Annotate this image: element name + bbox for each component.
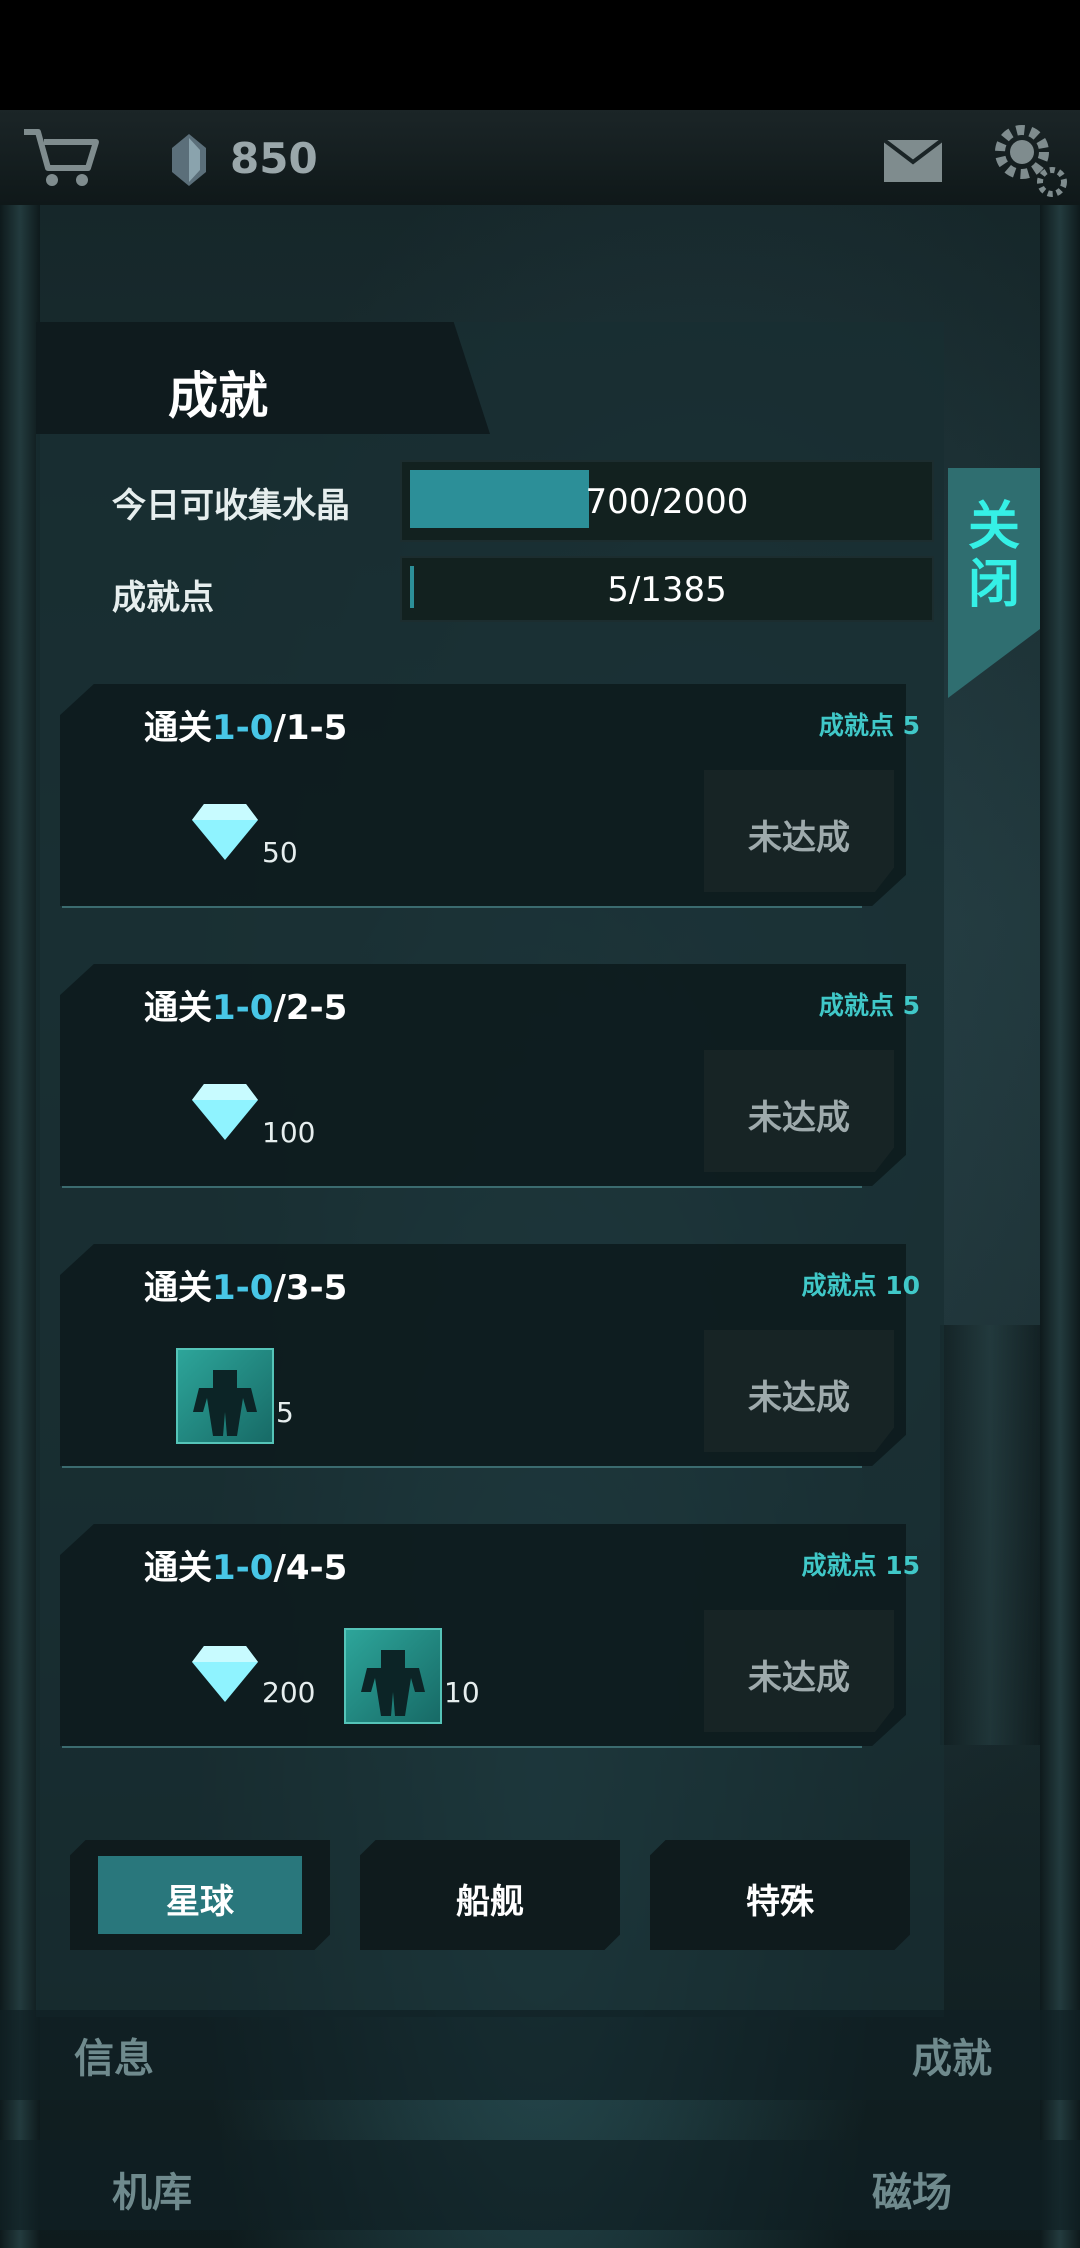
tab-ship[interactable]: 船舰 xyxy=(360,1840,620,1950)
cart-icon[interactable] xyxy=(22,126,100,190)
nav-magnetic[interactable]: 磁场 xyxy=(872,2160,952,2218)
achievement-points: 成就点 5 xyxy=(818,711,920,740)
achievement-points-value: 5/1385 xyxy=(607,570,727,610)
daily-crystal-label: 今日可收集水晶 xyxy=(112,486,350,526)
reward-amount: 200 xyxy=(262,1676,316,1709)
crystal-reward-icon xyxy=(192,804,258,860)
achievement-points: 成就点 5 xyxy=(818,991,920,1020)
daily-crystal-value: 700/2000 xyxy=(585,482,749,522)
achievement-points-label: 成就点 xyxy=(112,578,214,618)
reward-amount: 10 xyxy=(444,1676,480,1709)
achievement-title: 通关1-0/1-5 xyxy=(144,708,348,748)
crystal-count: 850 xyxy=(230,134,318,183)
achievement-title: 通关1-0/2-5 xyxy=(144,988,348,1028)
nav-hangar[interactable]: 机库 xyxy=(112,2160,192,2218)
tab-planet[interactable]: 星球 xyxy=(70,1840,330,1950)
achievement-title: 通关1-0/4-5 xyxy=(144,1548,348,1588)
claim-status-button[interactable]: 未达成 xyxy=(704,770,894,892)
card-divider xyxy=(62,1746,862,1748)
mail-icon[interactable] xyxy=(884,140,942,182)
card-divider xyxy=(62,906,862,908)
crystal-reward-icon xyxy=(192,1646,258,1702)
card-divider xyxy=(62,1466,862,1468)
card-divider xyxy=(62,1186,862,1188)
status-bar xyxy=(0,0,1080,110)
achievement-points-bar: 5/1385 xyxy=(400,556,934,622)
crystal-icon xyxy=(172,134,206,186)
reward-amount: 100 xyxy=(262,1116,316,1149)
nav-info[interactable]: 信息 xyxy=(74,2026,154,2084)
tab-special[interactable]: 特殊 xyxy=(650,1840,910,1950)
reward-amount: 50 xyxy=(262,836,298,869)
achievement-title: 通关1-0/3-5 xyxy=(144,1268,348,1308)
achievement-points: 成就点 15 xyxy=(801,1551,921,1580)
claim-status-button[interactable]: 未达成 xyxy=(704,1050,894,1172)
gear-icon[interactable] xyxy=(990,120,1070,200)
mech-reward-icon xyxy=(176,1348,274,1444)
claim-status-button[interactable]: 未达成 xyxy=(704,1610,894,1732)
nav-achievement[interactable]: 成就 xyxy=(912,2026,992,2084)
achievement-points: 成就点 10 xyxy=(801,1271,921,1300)
claim-status-button[interactable]: 未达成 xyxy=(704,1330,894,1452)
reward-amount: 5 xyxy=(276,1396,294,1429)
close-button-label[interactable]: 关闭 xyxy=(960,498,1028,614)
daily-crystal-bar: 700/2000 xyxy=(400,460,934,542)
mech-reward-icon xyxy=(344,1628,442,1724)
page-title: 成就 xyxy=(168,367,268,425)
crystal-reward-icon xyxy=(192,1084,258,1140)
